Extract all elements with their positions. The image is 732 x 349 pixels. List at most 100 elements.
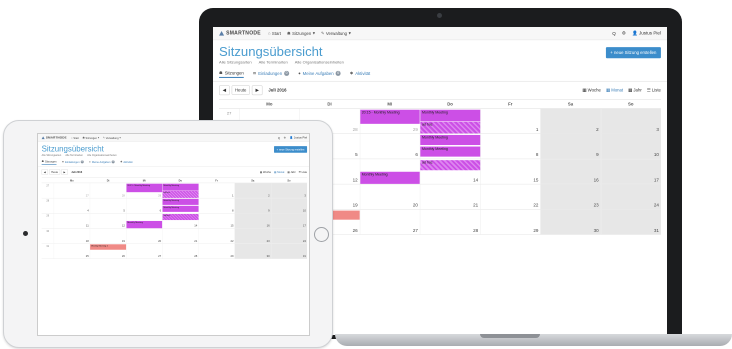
day-cell[interactable]: 30Monthly Meetingad hoc	[162, 182, 199, 198]
calendar-event[interactable]: ad hoc	[420, 121, 481, 134]
day-cell[interactable]: 22	[198, 228, 235, 244]
view-monat[interactable]: ▦ Monat	[606, 87, 623, 93]
tab-einladungen[interactable]: ✉ Einladungen 0	[253, 70, 290, 78]
calendar-event[interactable]: Monthly Meeting	[126, 220, 163, 229]
day-cell[interactable]: 23	[234, 228, 271, 244]
today-button[interactable]: Heute	[231, 85, 250, 95]
view-jahr[interactable]: ▦ Jahr	[628, 87, 642, 93]
day-cell[interactable]: 28	[162, 243, 198, 259]
day-cell[interactable]: 26 Weekly Meeting 2	[89, 243, 127, 259]
day-cell[interactable]: 16	[540, 158, 601, 184]
calendar-event[interactable]: Monthly Meeting	[420, 134, 481, 146]
gear-icon[interactable]: ⚙	[622, 31, 626, 37]
filter-sitzungsarten[interactable]: Alle Sitzungsarten	[219, 60, 252, 65]
day-cell[interactable]: 20	[359, 184, 420, 209]
calendar-event[interactable]: Monthly Meeting	[162, 183, 199, 191]
day-cell[interactable]: 8	[480, 133, 540, 159]
nav-verwaltung[interactable]: ✎ Verwaltung ▾	[103, 136, 121, 139]
filter-terminarten[interactable]: Alle Terminarten	[259, 60, 288, 65]
brand-logo[interactable]: SMARTNODE	[219, 31, 261, 36]
next-button[interactable]: ▶	[61, 169, 68, 175]
day-cell[interactable]: 3	[270, 182, 308, 198]
day-cell[interactable]: 28	[89, 182, 126, 198]
brand-logo[interactable]: SMARTNODE	[41, 136, 67, 139]
view-liste[interactable]: ☰ Liste	[647, 87, 661, 93]
tab-aktivitaet[interactable]: ✱ Aktivität	[350, 70, 370, 78]
filter-organisationseinheiten[interactable]: Alle Organisationseinheiten	[295, 60, 344, 65]
calendar-event[interactable]: 20:15 - Monthly Meeting	[360, 109, 420, 124]
search-icon[interactable]: Q	[278, 136, 280, 139]
view-jahr[interactable]: ▦ Jahr	[287, 170, 295, 173]
new-meeting-button[interactable]: + neue Sitzung erstellen	[605, 47, 661, 59]
user-menu[interactable]: 👤 Justus Piel	[632, 31, 661, 37]
calendar-event[interactable]: 20:15 - Monthly Meeting	[126, 183, 163, 193]
day-cell[interactable]: 30Monthly Meetingad hoc	[419, 108, 481, 134]
day-cell[interactable]: 27	[359, 209, 420, 235]
nav-start[interactable]: ⌂ Start	[71, 136, 79, 139]
day-cell[interactable]: 25	[53, 243, 90, 259]
calendar-event[interactable]: Monthly Meeting	[162, 198, 199, 205]
day-cell[interactable]: 21	[162, 228, 198, 244]
day-cell[interactable]: 14 ad hoc	[162, 213, 199, 229]
nav-verwaltung[interactable]: ✎ Verwaltung ▾	[321, 31, 351, 37]
day-cell[interactable]: 13Monthly Meeting	[359, 158, 420, 184]
calendar-event[interactable]: ad hoc	[162, 190, 199, 198]
day-cell[interactable]: 6	[359, 133, 420, 159]
view-woche[interactable]: ▦ Woche	[260, 170, 271, 173]
day-cell[interactable]: 11	[53, 213, 90, 229]
day-cell[interactable]: 31	[270, 243, 308, 259]
calendar-event[interactable]: ad hoc	[420, 160, 481, 171]
day-cell[interactable]: 9	[540, 133, 601, 159]
day-cell[interactable]: 30	[234, 243, 271, 259]
day-cell[interactable]: 14 ad hoc	[419, 158, 481, 184]
day-cell[interactable]: 27	[53, 182, 90, 198]
search-icon[interactable]: Q	[612, 31, 616, 36]
filter-terminarten[interactable]: Alle Terminarten	[65, 154, 82, 157]
day-cell[interactable]: 19	[89, 228, 126, 244]
tab-aufgaben[interactable]: ● Meine Aufgaben 0	[298, 70, 341, 78]
user-menu[interactable]: 👤 Justus Piel	[290, 136, 307, 139]
day-cell[interactable]: 22	[480, 184, 540, 209]
day-cell[interactable]: 15	[198, 213, 235, 229]
day-cell[interactable]: 29 20:15 - Monthly Meeting	[126, 182, 163, 198]
day-cell[interactable]: 23	[540, 184, 601, 209]
tab-sitzungen[interactable]: ☗ Sitzungen	[219, 70, 244, 78]
day-cell[interactable]: 20	[126, 228, 162, 244]
gear-icon[interactable]: ⚙	[284, 136, 286, 139]
day-cell[interactable]: 8	[198, 198, 235, 213]
tab-einladungen[interactable]: ✉ Einladungen 0	[62, 160, 84, 165]
nav-sitzungen[interactable]: ☗ Sitzungen ▾	[287, 31, 315, 37]
view-liste[interactable]: ☰ Liste	[299, 170, 307, 173]
new-meeting-button[interactable]: + neue Sitzung erstellen	[273, 146, 308, 153]
day-cell[interactable]: 13Monthly Meeting	[126, 213, 163, 229]
day-cell[interactable]: 30	[540, 209, 601, 235]
day-cell[interactable]: 7Monthly MeetingMonthly Meeting	[419, 133, 481, 159]
day-cell[interactable]: 10	[600, 133, 661, 159]
today-button[interactable]: Heute	[49, 169, 61, 175]
day-cell[interactable]: 6	[126, 198, 162, 213]
next-button[interactable]: ▶	[251, 85, 263, 95]
home-button[interactable]	[314, 227, 329, 242]
day-cell[interactable]: 17	[270, 213, 308, 229]
calendar-event[interactable]: Monthly Meeting	[420, 146, 481, 157]
day-cell[interactable]: 7Monthly MeetingMonthly Meeting	[162, 198, 199, 213]
calendar-event[interactable]: Monthly Meeting	[162, 205, 199, 212]
day-cell[interactable]: 2	[234, 182, 271, 198]
day-cell[interactable]: 9	[234, 198, 271, 213]
tab-aufgaben[interactable]: ● Meine Aufgaben 0	[89, 160, 115, 165]
day-cell[interactable]: 5	[89, 198, 126, 213]
calendar-event[interactable]: Weekly Meeting 2	[90, 244, 127, 250]
day-cell[interactable]: 21	[419, 184, 480, 209]
day-cell[interactable]: 29	[480, 209, 540, 235]
day-cell[interactable]: 17	[600, 158, 661, 184]
day-cell[interactable]: 29	[198, 243, 235, 259]
view-monat[interactable]: ▦ Monat	[274, 170, 284, 173]
day-cell[interactable]: 1	[480, 108, 540, 134]
filter-sitzungsarten[interactable]: Alle Sitzungsarten	[42, 154, 62, 157]
day-cell[interactable]: 28	[419, 209, 480, 235]
filter-organisationseinheiten[interactable]: Alle Organisationseinheiten	[87, 154, 117, 157]
tab-aktivitaet[interactable]: ✱ Aktivität	[120, 160, 132, 165]
day-cell[interactable]: 12	[89, 213, 126, 229]
nav-sitzungen[interactable]: ☗ Sitzungen ▾	[82, 136, 99, 139]
day-cell[interactable]: 10	[270, 198, 308, 213]
